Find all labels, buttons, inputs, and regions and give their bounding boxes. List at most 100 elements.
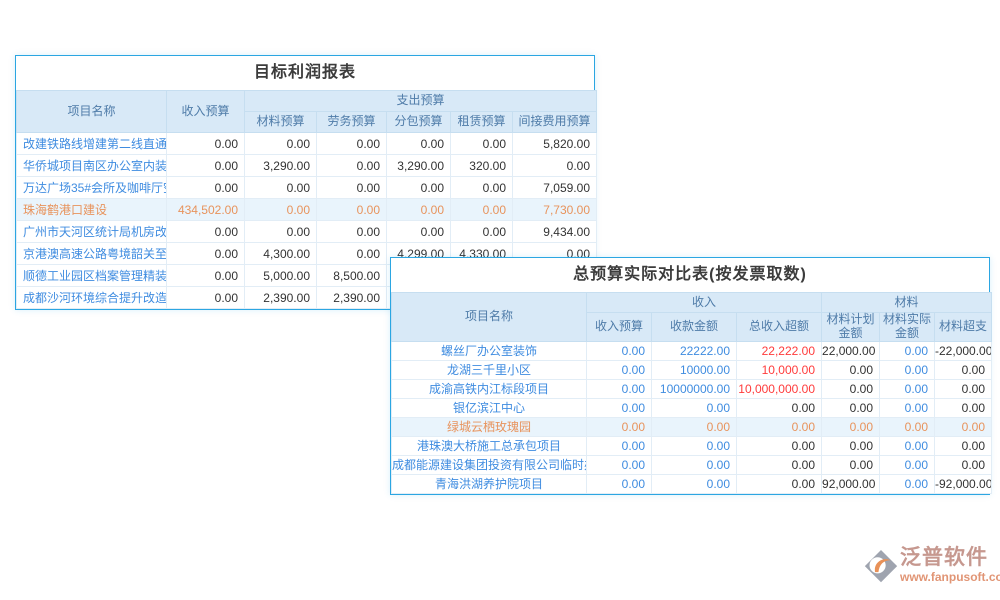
value-cell: 0.00 bbox=[387, 133, 451, 155]
table-row[interactable]: 龙湖三千里小区0.0010000.0010,000.000.000.000.00 bbox=[392, 360, 992, 379]
table-row[interactable]: 万达广场35#会所及咖啡厅空调安0.000.000.000.000.007,05… bbox=[17, 177, 597, 199]
col-header-labor-budget: 劳务预算 bbox=[317, 112, 387, 133]
project-name-cell: 广州市天河区统计局机房改造项目 bbox=[17, 221, 167, 243]
project-name-cell: 港珠澳大桥施工总承包项目 bbox=[392, 436, 587, 455]
project-name-cell: 银亿滨江中心 bbox=[392, 398, 587, 417]
col-header-received-amount: 收款金额 bbox=[652, 313, 737, 342]
value-cell: 7,059.00 bbox=[513, 177, 597, 199]
value-cell: 0.00 bbox=[737, 474, 822, 493]
project-name-cell: 成都沙河环境综合提升改造运河护 bbox=[17, 287, 167, 309]
value-cell: 0.00 bbox=[652, 436, 737, 455]
budget-actual-comparison-title: 总预算实际对比表(按发票取数) bbox=[391, 258, 989, 292]
table-row[interactable]: 绿城云栖玫瑰园0.000.000.000.000.000.00 bbox=[392, 417, 992, 436]
value-cell: 0.00 bbox=[317, 133, 387, 155]
project-name-cell: 绿城云栖玫瑰园 bbox=[392, 417, 587, 436]
value-cell: 0.00 bbox=[880, 360, 935, 379]
project-name-cell: 珠海鹤港口建设 bbox=[17, 199, 167, 221]
col-header-subcontract-budget: 分包预算 bbox=[387, 112, 451, 133]
value-cell: 0.00 bbox=[652, 398, 737, 417]
value-cell: 2,390.00 bbox=[245, 287, 317, 309]
col-group-expense-budget: 支出预算 bbox=[245, 91, 597, 112]
value-cell: 0.00 bbox=[822, 398, 880, 417]
value-cell: 0.00 bbox=[451, 177, 513, 199]
col-header-total-income-overage: 总收入超额 bbox=[737, 313, 822, 342]
fanpu-website-url: www.fanpusoft.com bbox=[900, 570, 1000, 584]
page: { "colors": { "panel_border": "#2ba6e2",… bbox=[0, 0, 1000, 600]
value-cell: 0.00 bbox=[880, 455, 935, 474]
value-cell: 0.00 bbox=[935, 360, 992, 379]
value-cell: 0.00 bbox=[317, 199, 387, 221]
col-header-project-name: 项目名称 bbox=[392, 293, 587, 342]
value-cell: 0.00 bbox=[880, 398, 935, 417]
table-row[interactable]: 青海洪湖养护院项目0.000.000.0092,000.000.00-92,00… bbox=[392, 474, 992, 493]
table-row[interactable]: 改建铁路线增建第二线直通线（成0.000.000.000.000.005,820… bbox=[17, 133, 597, 155]
value-cell: 22,000.00 bbox=[822, 341, 880, 360]
table-row[interactable]: 螺丝厂办公室装饰0.0022222.0022,222.0022,000.000.… bbox=[392, 341, 992, 360]
value-cell: 92,000.00 bbox=[822, 474, 880, 493]
value-cell: 0.00 bbox=[587, 436, 652, 455]
value-cell: 7,730.00 bbox=[513, 199, 597, 221]
value-cell: 0.00 bbox=[245, 221, 317, 243]
value-cell: 0.00 bbox=[935, 398, 992, 417]
value-cell: 0.00 bbox=[737, 417, 822, 436]
table-row[interactable]: 珠海鹤港口建设434,502.000.000.000.000.007,730.0… bbox=[17, 199, 597, 221]
value-cell: 0.00 bbox=[587, 398, 652, 417]
value-cell: 0.00 bbox=[245, 177, 317, 199]
value-cell: 0.00 bbox=[167, 155, 245, 177]
value-cell: 3,290.00 bbox=[245, 155, 317, 177]
value-cell: 0.00 bbox=[167, 221, 245, 243]
fanpu-logo-text: 泛普软件 www.fanpusoft.com bbox=[900, 546, 1000, 584]
value-cell: 0.00 bbox=[737, 436, 822, 455]
table-row[interactable]: 银亿滨江中心0.000.000.000.000.000.00 bbox=[392, 398, 992, 417]
value-cell: 0.00 bbox=[935, 417, 992, 436]
col-header-material-planned-amount: 材料计划金额 bbox=[822, 313, 880, 342]
table-row[interactable]: 华侨城项目南区办公室内装修工程0.003,290.000.003,290.003… bbox=[17, 155, 597, 177]
value-cell: 0.00 bbox=[587, 379, 652, 398]
budget-actual-comparison-panel: 总预算实际对比表(按发票取数) 项目名称 收入 材料 收入预算 收款金额 总收入… bbox=[390, 257, 990, 495]
value-cell: 0.00 bbox=[652, 455, 737, 474]
value-cell: 4,300.00 bbox=[245, 243, 317, 265]
value-cell: 0.00 bbox=[451, 133, 513, 155]
value-cell: 0.00 bbox=[587, 360, 652, 379]
col-group-income: 收入 bbox=[587, 293, 822, 313]
target-profit-report-title: 目标利润报表 bbox=[16, 56, 594, 90]
value-cell: 0.00 bbox=[167, 177, 245, 199]
project-name-cell: 螺丝厂办公室装饰 bbox=[392, 341, 587, 360]
table-row[interactable]: 成都能源建设集团投资有限公司临时办公场所装修0.000.000.000.000.… bbox=[392, 455, 992, 474]
fanpu-logo-icon bbox=[864, 548, 898, 591]
value-cell: 0.00 bbox=[935, 455, 992, 474]
value-cell: 0.00 bbox=[652, 417, 737, 436]
value-cell: 0.00 bbox=[317, 177, 387, 199]
value-cell: 0.00 bbox=[317, 243, 387, 265]
value-cell: 0.00 bbox=[587, 341, 652, 360]
value-cell: -22,000.00 bbox=[935, 341, 992, 360]
project-name-cell: 龙湖三千里小区 bbox=[392, 360, 587, 379]
table-row[interactable]: 广州市天河区统计局机房改造项目0.000.000.000.000.009,434… bbox=[17, 221, 597, 243]
project-name-cell: 成都能源建设集团投资有限公司临时办公场所装修 bbox=[392, 455, 587, 474]
col-header-income-budget: 收入预算 bbox=[167, 91, 245, 133]
project-name-cell: 改建铁路线增建第二线直通线（成 bbox=[17, 133, 167, 155]
project-name-cell: 华侨城项目南区办公室内装修工程 bbox=[17, 155, 167, 177]
col-header-material-overspend: 材料超支 bbox=[935, 313, 992, 342]
value-cell: 0.00 bbox=[935, 379, 992, 398]
value-cell: 0.00 bbox=[317, 155, 387, 177]
value-cell: 0.00 bbox=[451, 221, 513, 243]
value-cell: 0.00 bbox=[387, 199, 451, 221]
value-cell: 0.00 bbox=[822, 436, 880, 455]
value-cell: -92,000.00 bbox=[935, 474, 992, 493]
project-name-cell: 万达广场35#会所及咖啡厅空调安 bbox=[17, 177, 167, 199]
table-row[interactable]: 成渝高铁内江标段项目0.0010000000.0010,000,000.000.… bbox=[392, 379, 992, 398]
project-name-cell: 成渝高铁内江标段项目 bbox=[392, 379, 587, 398]
value-cell: 0.00 bbox=[880, 341, 935, 360]
value-cell: 0.00 bbox=[880, 474, 935, 493]
project-name-cell: 京港澳高速公路粤境韶关至广州互 bbox=[17, 243, 167, 265]
table-row[interactable]: 港珠澳大桥施工总承包项目0.000.000.000.000.000.00 bbox=[392, 436, 992, 455]
value-cell: 0.00 bbox=[822, 360, 880, 379]
value-cell: 0.00 bbox=[167, 265, 245, 287]
value-cell: 0.00 bbox=[245, 133, 317, 155]
value-cell: 0.00 bbox=[880, 436, 935, 455]
value-cell: 434,502.00 bbox=[167, 199, 245, 221]
value-cell: 3,290.00 bbox=[387, 155, 451, 177]
project-name-cell: 青海洪湖养护院项目 bbox=[392, 474, 587, 493]
value-cell: 0.00 bbox=[652, 474, 737, 493]
